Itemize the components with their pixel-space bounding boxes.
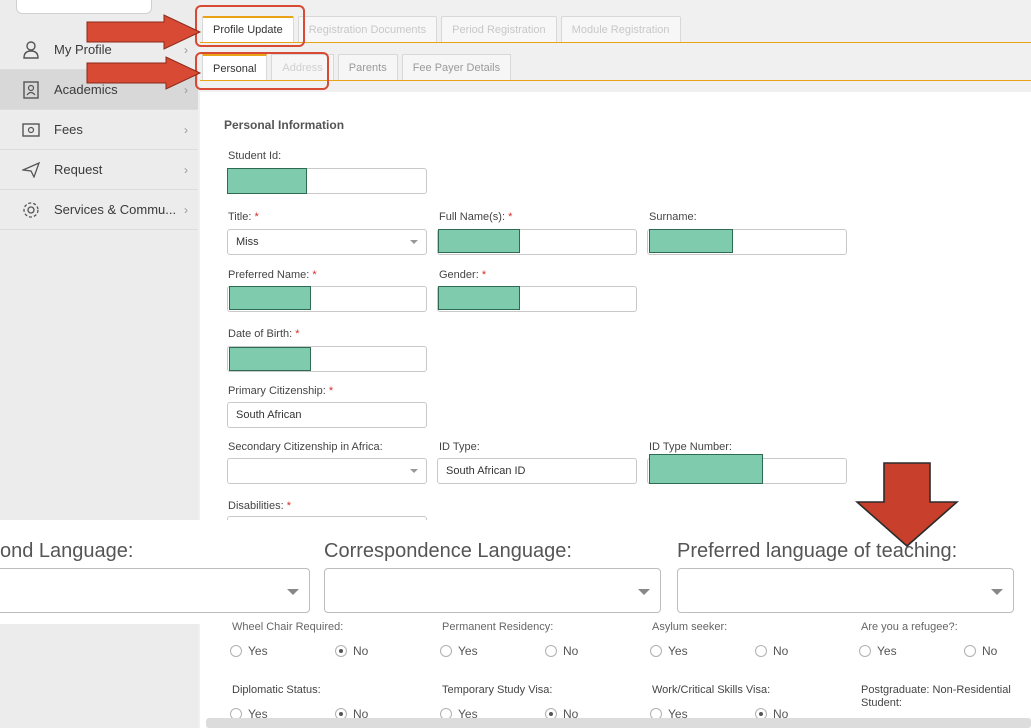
student-id-label: Student Id: xyxy=(228,150,282,162)
sidebar-item-label: Services & Commu... xyxy=(54,202,177,217)
title-label: Title: * xyxy=(228,211,259,223)
tab-period-registration[interactable]: Period Registration xyxy=(441,16,557,42)
sidebar-item-fees[interactable]: Fees › xyxy=(0,110,198,150)
title-select[interactable]: Miss xyxy=(227,229,427,255)
id-type-label: ID Type: xyxy=(439,441,480,453)
horizontal-scrollbar[interactable] xyxy=(206,718,1031,728)
money-icon xyxy=(22,121,40,139)
correspondence-language-label: Correspondence Language: xyxy=(324,540,572,562)
chevron-down-icon xyxy=(410,240,418,244)
radio-icon xyxy=(650,645,662,657)
wheelchair-label: Wheel Chair Required: xyxy=(232,621,344,633)
tab-fee-payer-details[interactable]: Fee Payer Details xyxy=(401,54,512,81)
sidebar-item-services[interactable]: Services & Commu... › xyxy=(0,190,198,230)
residency-yes-radio[interactable]: Yes xyxy=(440,644,478,658)
chevron-down-icon xyxy=(287,589,299,595)
tab-module-registration[interactable]: Module Registration xyxy=(560,16,681,42)
secondary-citizenship-select[interactable] xyxy=(227,458,427,484)
chevron-down-icon xyxy=(991,589,1003,595)
refugee-label: Are you a refugee?: xyxy=(861,621,958,633)
chevron-down-icon xyxy=(410,469,418,473)
tab-parents[interactable]: Parents xyxy=(337,54,398,81)
primary-citizenship-label: Primary Citizenship: * xyxy=(228,385,334,397)
asylum-no-radio[interactable]: No xyxy=(755,644,788,658)
non-residential-label: Postgraduate: Non-Residential Student: xyxy=(861,684,1011,709)
asylum-label: Asylum seeker: xyxy=(652,621,728,633)
radio-icon xyxy=(859,645,871,657)
work-visa-label: Work/Critical Skills Visa: xyxy=(652,684,771,696)
radio-icon xyxy=(755,645,767,657)
redaction-block xyxy=(649,229,733,253)
id-number-label: ID Type Number: xyxy=(649,441,732,453)
refugee-yes-radio[interactable]: Yes xyxy=(859,644,897,658)
secondary-citizenship-label: Secondary Citizenship in Africa: xyxy=(228,441,383,453)
second-language-label: ond Language: xyxy=(0,540,134,562)
disabilities-label: Disabilities: * xyxy=(228,500,291,512)
section-title: Personal Information xyxy=(224,118,345,132)
tab-divider xyxy=(200,42,1031,43)
redaction-block xyxy=(438,286,520,310)
radio-icon xyxy=(545,645,557,657)
gear-icon xyxy=(22,201,40,219)
chevron-right-icon: › xyxy=(184,163,188,177)
gender-label: Gender: * xyxy=(439,269,487,281)
chevron-right-icon: › xyxy=(184,203,188,217)
preferred-name-label: Preferred Name: * xyxy=(228,269,317,281)
study-visa-label: Temporary Study Visa: xyxy=(442,684,553,696)
wheelchair-yes-radio[interactable]: Yes xyxy=(230,644,268,658)
tab-registration-documents[interactable]: Registration Documents xyxy=(297,16,438,42)
arrow-right-icon xyxy=(86,14,202,50)
full-names-label: Full Name(s): * xyxy=(439,211,513,223)
residency-no-radio[interactable]: No xyxy=(545,644,578,658)
sidebar-search-box[interactable] xyxy=(16,0,152,14)
permanent-residency-label: Permanent Residency: xyxy=(442,621,554,633)
arrow-down-icon xyxy=(855,462,959,548)
send-icon xyxy=(22,161,40,179)
sidebar-item-label: Fees xyxy=(54,122,83,137)
redaction-block xyxy=(229,347,311,371)
second-language-select[interactable] xyxy=(0,568,310,613)
teaching-language-select[interactable] xyxy=(677,568,1014,613)
correspondence-language-select[interactable] xyxy=(324,568,661,613)
sidebar-item-request[interactable]: Request › xyxy=(0,150,198,190)
radio-checked-icon xyxy=(335,645,347,657)
radio-icon xyxy=(230,645,242,657)
id-badge-icon xyxy=(22,80,40,99)
diplomatic-status-label: Diplomatic Status: xyxy=(232,684,321,696)
refugee-no-radio[interactable]: No xyxy=(964,644,997,658)
chevron-right-icon: › xyxy=(184,123,188,137)
redaction-block xyxy=(649,454,763,484)
redaction-block xyxy=(438,229,520,253)
asylum-yes-radio[interactable]: Yes xyxy=(650,644,688,658)
redaction-block xyxy=(229,286,311,310)
person-icon xyxy=(22,40,40,59)
radio-icon xyxy=(440,645,452,657)
sidebar-item-label: Request xyxy=(54,162,103,177)
highlight-box xyxy=(195,5,305,47)
highlight-box xyxy=(195,52,329,90)
radio-icon xyxy=(964,645,976,657)
dob-label: Date of Birth: * xyxy=(228,328,300,340)
chevron-down-icon xyxy=(638,589,650,595)
wheelchair-no-radio[interactable]: No xyxy=(335,644,368,658)
surname-label: Surname: xyxy=(649,211,697,223)
arrow-right-icon xyxy=(86,56,202,90)
id-type-select[interactable]: South African ID xyxy=(437,458,637,484)
status-section xyxy=(200,624,1031,728)
redaction-block xyxy=(227,168,307,194)
primary-citizenship-field[interactable]: South African xyxy=(227,402,427,428)
